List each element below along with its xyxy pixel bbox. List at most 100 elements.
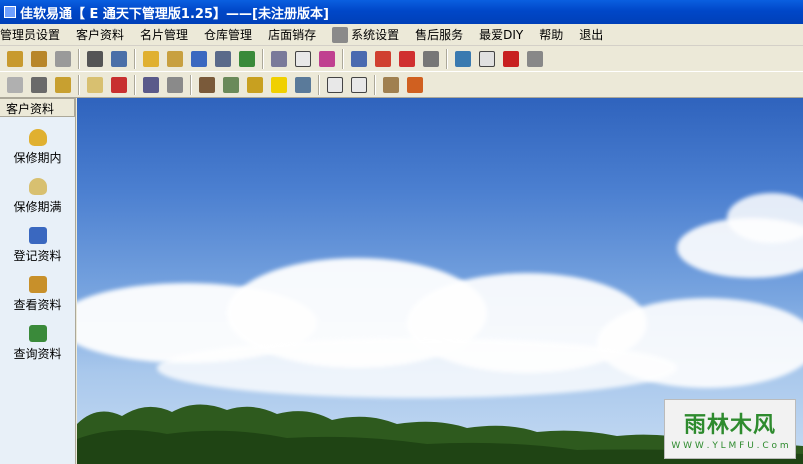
tb2-clock-button[interactable] [348,74,370,96]
note-icon [295,50,311,67]
tb2-gear-button[interactable] [28,74,50,96]
menu-help[interactable]: 帮助 [539,26,571,43]
view-records-icon [28,276,47,293]
sidebar-item-warranty-out[interactable]: 保修期满 [0,178,75,215]
watermark-url: W W W . Y L M F U . C o m [671,441,789,451]
tb-document-button[interactable] [524,48,546,70]
menu-customer-data[interactable]: 客户资料 [76,26,132,43]
tb-view-button[interactable] [212,48,234,70]
tb2-tools-button[interactable] [164,74,186,96]
tb-search-button[interactable] [236,48,258,70]
tb-warranty-out-button[interactable] [164,48,186,70]
tb2-edit-button[interactable] [244,74,266,96]
pencil-icon [247,76,263,93]
tb2-mail-button[interactable] [4,74,26,96]
key-icon [55,76,71,93]
tb2-clean-button[interactable] [292,74,314,96]
watermark-title: 雨林木风 [683,413,776,438]
sidebar-item-warranty-in[interactable]: 保修期内 [0,129,75,166]
tb-warranty-in-button[interactable] [140,48,162,70]
lightbulb-icon [28,129,47,146]
tools-icon [332,26,349,43]
list-icon [375,50,391,67]
menu-exit[interactable]: 退出 [579,26,611,43]
tb-report-button[interactable] [420,48,442,70]
tb-gift-button[interactable] [500,48,522,70]
tb2-hammer-button[interactable] [196,74,218,96]
book-icon [351,50,367,67]
tb-roles-button[interactable] [52,48,74,70]
tb-door-button[interactable] [476,48,498,70]
tools-icon [167,76,183,93]
tb-eraser-button[interactable] [316,48,338,70]
separator [318,74,320,95]
window-icon [399,50,415,67]
menu-after-sales[interactable]: 售后服务 [415,26,471,43]
separator [78,48,80,69]
view-records-icon [215,50,231,67]
group-icon [31,50,47,67]
tb2-run-button[interactable] [404,74,426,96]
broom-icon [295,76,311,93]
tb-note-button[interactable] [292,48,314,70]
tb-admin-button[interactable] [4,48,26,70]
sidebar: 客户资料 保修期内 保修期满 登记资料 查看资料 查询资料 [0,98,76,464]
stamp-icon [111,76,127,93]
menu-admin-settings[interactable]: 管理员设置 [0,26,68,43]
tb-monitor-button[interactable] [452,48,474,70]
desktop-wallpaper: 雨林木风 W W W . Y L M F U . C o m [77,98,803,464]
magnifier-icon [143,76,159,93]
gear-icon [31,76,47,93]
tb-book-button[interactable] [348,48,370,70]
tb2-stamp-button[interactable] [108,74,130,96]
tb-card-button[interactable] [268,48,290,70]
document-icon [527,50,543,67]
tb-register-button[interactable] [188,48,210,70]
menu-warehouse[interactable]: 仓库管理 [204,26,260,43]
menu-store-sales[interactable]: 店面销存 [268,26,324,43]
tb2-page-button[interactable] [324,74,346,96]
tb2-calendar-button[interactable] [84,74,106,96]
tb-users-button[interactable] [28,48,50,70]
tb-window-button[interactable] [396,48,418,70]
menu-system-settings[interactable]: 系统设置 [332,26,407,43]
tb2-magnifier-button[interactable] [140,74,162,96]
separator [446,48,448,69]
separator [134,74,136,95]
tb2-key-button[interactable] [52,74,74,96]
calendar-icon [87,76,103,93]
report-icon [423,50,439,67]
cloud [157,338,677,398]
printer-icon [111,50,127,67]
separator [78,74,80,95]
separator [262,48,264,69]
tb-print-button[interactable] [108,48,130,70]
page-icon [327,76,343,93]
tb2-warning-button[interactable] [268,74,290,96]
menu-card-management[interactable]: 名片管理 [140,26,196,43]
tb2-frame-button[interactable] [380,74,402,96]
title-bar: 佳软易通【 E 通天下管理版1.25】——[未注册版本] [0,0,803,24]
separator [374,74,376,95]
register-icon [28,227,47,244]
separator [190,74,192,95]
app-icon [4,6,16,18]
sidebar-item-register[interactable]: 登记资料 [0,227,75,264]
watermark-logo: 雨林木风 W W W . Y L M F U . C o m [664,399,796,459]
hammer-icon [199,76,215,93]
tb-list-button[interactable] [372,48,394,70]
tb-cd-button[interactable] [84,48,106,70]
menu-favorite-diy[interactable]: 最爱DIY [479,26,531,43]
sidebar-item-search[interactable]: 查询资料 [0,325,75,362]
menu-bar: 管理员设置 客户资料 名片管理 仓库管理 店面销存 系统设置 售后服务 最爱DI… [0,24,803,46]
warning-icon [271,76,287,93]
toolbar-main [0,46,803,72]
tb2-settings-button[interactable] [220,74,242,96]
settings-icon [223,76,239,93]
card-icon [271,50,287,67]
person-icon [7,50,23,67]
separator [342,48,344,69]
sidebar-item-view[interactable]: 查看资料 [0,276,75,313]
lightbulb-icon [143,50,159,67]
search-user-icon [28,325,47,342]
